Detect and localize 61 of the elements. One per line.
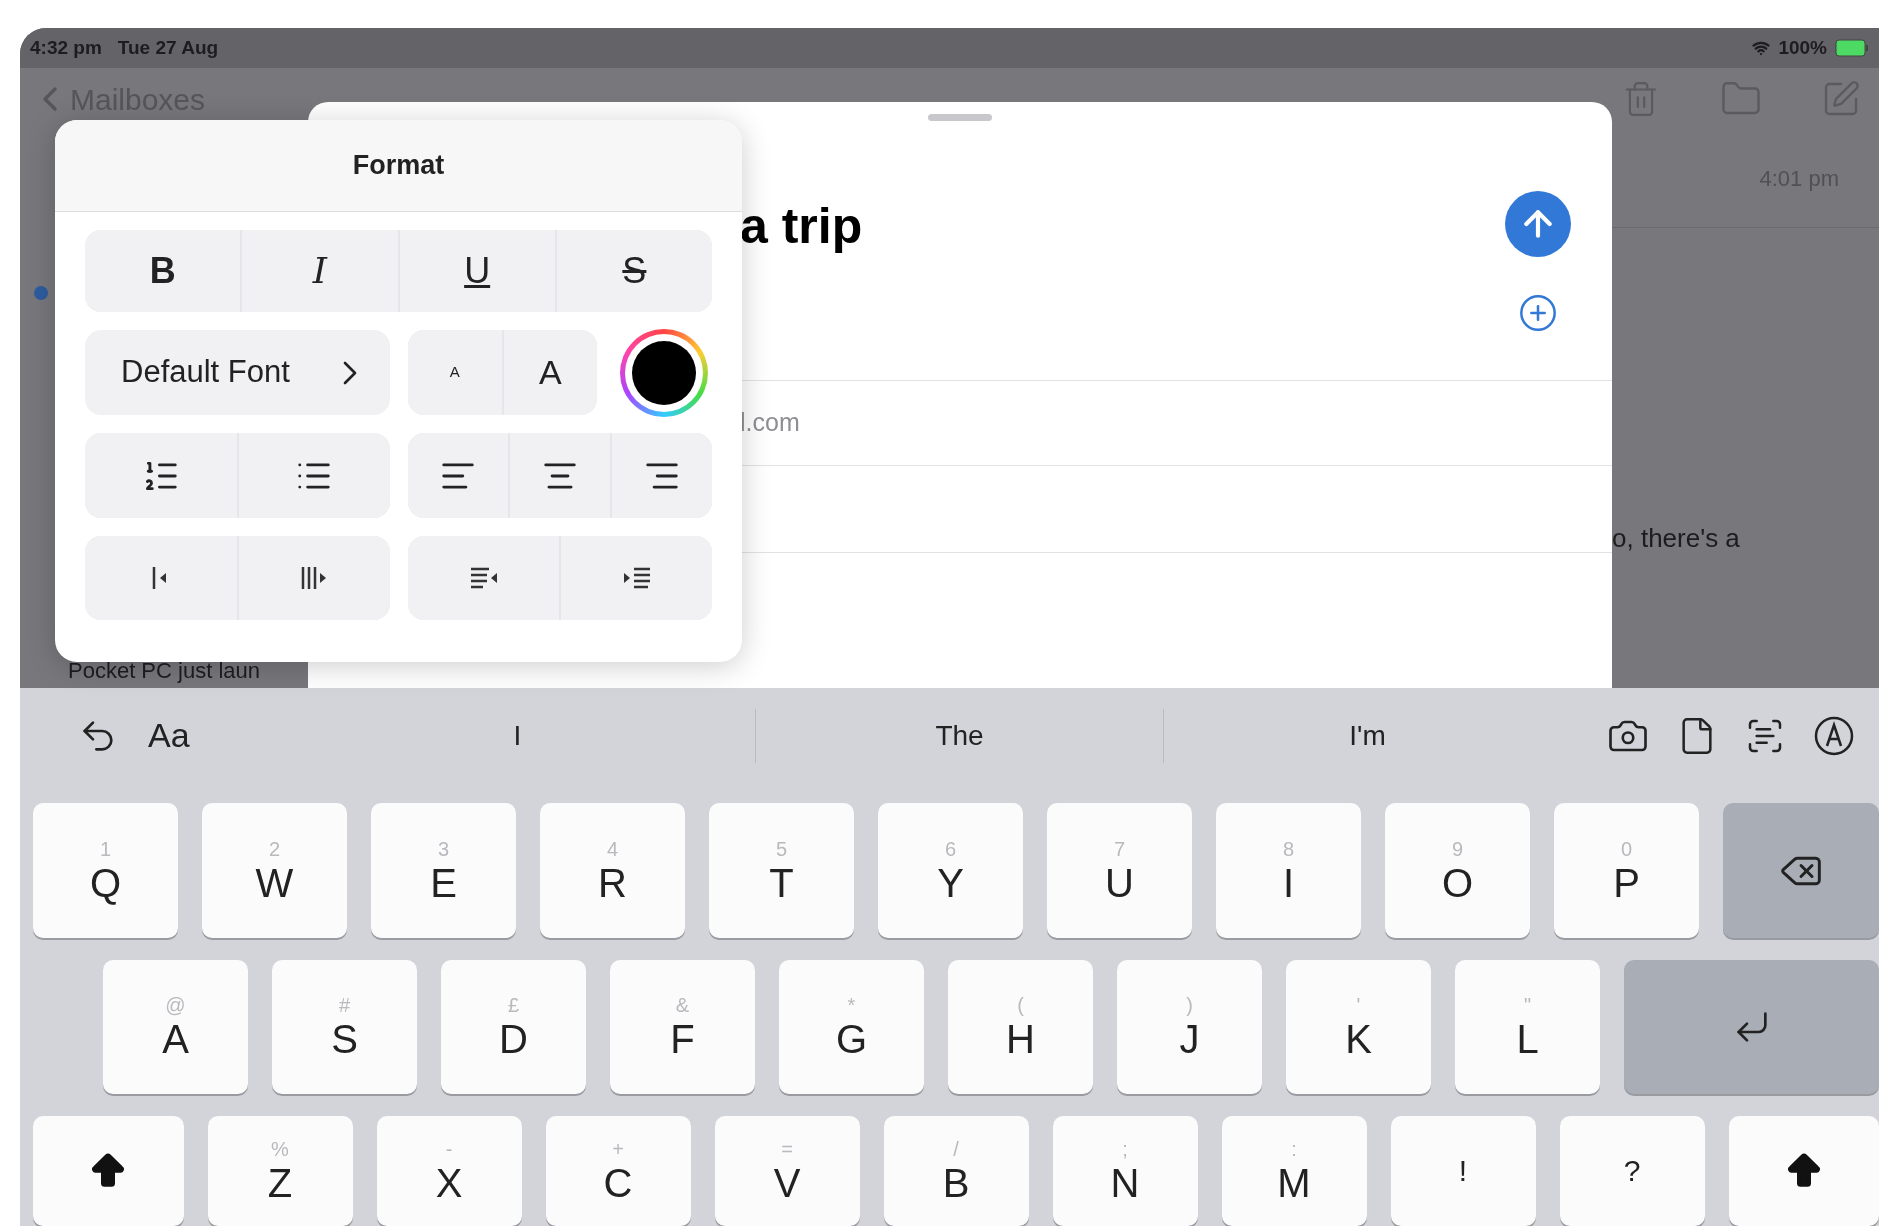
text-style-button[interactable]: B bbox=[85, 230, 241, 312]
keyboard-key[interactable]: / B bbox=[883, 1116, 1029, 1226]
keyboard-key[interactable]: ; N bbox=[1052, 1116, 1198, 1226]
shift-key[interactable] bbox=[1728, 1116, 1879, 1226]
indent-button[interactable] bbox=[561, 536, 712, 620]
keyboard-key[interactable]: # S bbox=[272, 960, 417, 1094]
text-style-button[interactable]: I bbox=[242, 230, 398, 312]
keyboard-key[interactable]: 5 T bbox=[709, 803, 854, 938]
keyboard-key[interactable]: & F bbox=[610, 960, 755, 1094]
delete-key[interactable] bbox=[1723, 803, 1879, 938]
keyboard-key[interactable]: = V bbox=[714, 1116, 860, 1226]
suggestion[interactable]: The bbox=[935, 714, 984, 757]
numbered-list-button[interactable] bbox=[85, 433, 237, 518]
add-recipient-icon[interactable] bbox=[1518, 293, 1558, 333]
message-snippet: Pocket PC just laun bbox=[67, 660, 261, 682]
font-picker-button[interactable]: Default Font bbox=[85, 330, 390, 415]
indent-button[interactable] bbox=[408, 536, 559, 620]
keyboard-key[interactable]: 9 O bbox=[1385, 803, 1530, 938]
keyboard-key[interactable]: ' K bbox=[1286, 960, 1431, 1094]
align-right-button[interactable] bbox=[612, 433, 712, 518]
keyboard-key[interactable]: : M bbox=[1221, 1116, 1367, 1226]
keyboard-key[interactable]: 2 W bbox=[202, 803, 347, 938]
keyboard-key[interactable]: 3 E bbox=[371, 803, 516, 938]
bulleted-list-button[interactable] bbox=[238, 433, 390, 518]
keyboard-key[interactable]: ) J bbox=[1117, 960, 1262, 1094]
keyboard-key[interactable]: 6 Y bbox=[878, 803, 1023, 938]
keyboard-key[interactable]: ? bbox=[1559, 1116, 1705, 1226]
font-size-button[interactable]: A bbox=[503, 330, 597, 415]
shift-key[interactable] bbox=[33, 1116, 184, 1226]
keyboard-key[interactable]: % Z bbox=[207, 1116, 353, 1226]
keyboard-key[interactable]: @ A bbox=[103, 960, 248, 1094]
message-preview: o, there's a bbox=[1612, 522, 1740, 555]
text-style-button[interactable]: U bbox=[399, 230, 555, 312]
status-date: Tue 27 Aug bbox=[117, 35, 219, 60]
align-left-button[interactable] bbox=[408, 433, 508, 518]
keyboard-key[interactable]: 7 U bbox=[1047, 803, 1192, 938]
battery-icon bbox=[1835, 39, 1869, 57]
align-center-button[interactable] bbox=[510, 433, 610, 518]
popover-title: Format bbox=[352, 149, 445, 183]
keyboard-key[interactable]: 8 I bbox=[1216, 803, 1361, 938]
subject-title: a trip bbox=[740, 197, 864, 251]
keyboard-key[interactable]: + C bbox=[545, 1116, 691, 1226]
keyboard-key[interactable]: * G bbox=[779, 960, 924, 1094]
indent-button[interactable] bbox=[238, 536, 390, 620]
recipient-address: l.com bbox=[740, 407, 800, 439]
battery-percentage: 100% bbox=[1778, 35, 1827, 60]
keyboard-key[interactable]: - X bbox=[376, 1116, 522, 1226]
keyboard-key[interactable]: ( H bbox=[948, 960, 1093, 1094]
suggestion[interactable]: I bbox=[513, 714, 522, 757]
format-toggle[interactable]: Aa bbox=[148, 710, 190, 761]
keyboard-key[interactable]: £ D bbox=[441, 960, 586, 1094]
suggestion[interactable]: I'm bbox=[1349, 714, 1386, 757]
wifi-icon bbox=[1752, 39, 1771, 57]
keyboard-key[interactable]: " L bbox=[1455, 960, 1600, 1094]
font-size-button[interactable]: A bbox=[408, 330, 502, 415]
keyboard-key[interactable]: 0 P bbox=[1554, 803, 1699, 938]
text-style-button[interactable]: S bbox=[556, 230, 712, 312]
keyboard-key[interactable]: ! bbox=[1390, 1116, 1536, 1226]
keyboard-key[interactable]: 1 Q bbox=[33, 803, 178, 938]
status-time: 4:32 pm bbox=[30, 35, 102, 60]
keyboard-key[interactable]: 4 R bbox=[540, 803, 685, 938]
